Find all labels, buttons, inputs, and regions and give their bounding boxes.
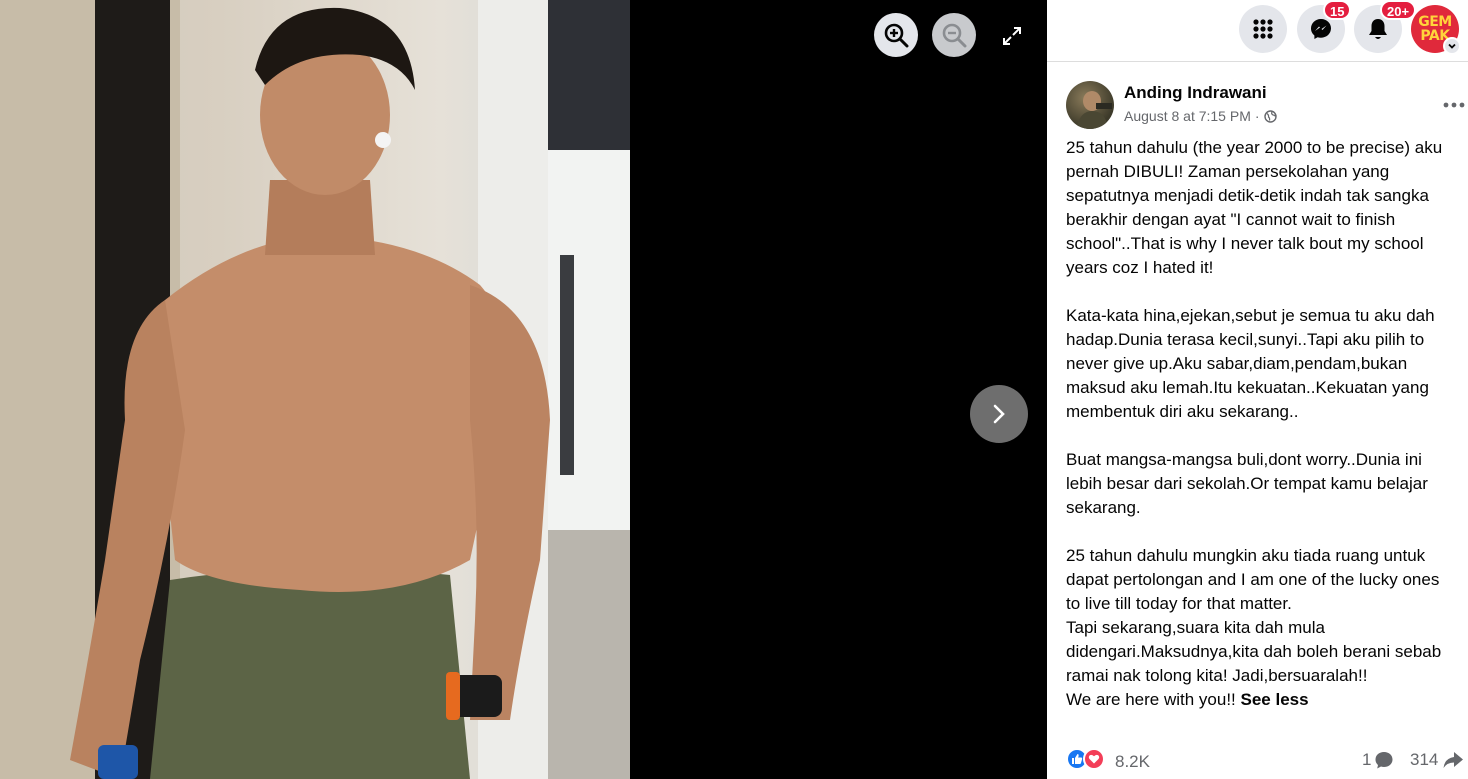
- post-header: Anding Indrawani August 8 at 7:15 PM ·: [1066, 80, 1465, 130]
- grid-menu-icon: [1253, 19, 1273, 39]
- zoom-in-button[interactable]: [874, 13, 918, 57]
- messenger-badge: 15: [1323, 0, 1352, 20]
- notifications-badge: 20+: [1380, 0, 1417, 20]
- globe-icon: [1263, 109, 1277, 123]
- reactions-count[interactable]: 8.2K: [1115, 752, 1150, 772]
- post-body: 25 tahun dahulu (the year 2000 to be pre…: [1066, 136, 1458, 712]
- post-footer: 8.2K 1 314: [1066, 745, 1464, 775]
- comment-icon: [1375, 752, 1393, 769]
- next-photo-button[interactable]: [970, 385, 1028, 443]
- meta-separator: ·: [1254, 108, 1260, 124]
- shares-count-button[interactable]: 314: [1410, 750, 1464, 770]
- author-avatar[interactable]: [1066, 81, 1114, 129]
- fullscreen-button[interactable]: [992, 16, 1032, 56]
- post-timestamp[interactable]: August 8 at 7:15 PM: [1124, 108, 1251, 124]
- messenger-button[interactable]: 15: [1297, 0, 1352, 53]
- shares-count: 314: [1410, 750, 1439, 769]
- more-dots-icon: [1443, 102, 1465, 108]
- messenger-icon: [1311, 19, 1331, 39]
- post-text: 25 tahun dahulu (the year 2000 to be pre…: [1066, 138, 1443, 709]
- zoom-out-button[interactable]: [932, 13, 976, 57]
- chevron-down-icon[interactable]: [1443, 37, 1461, 55]
- post-photo[interactable]: [0, 0, 630, 779]
- love-reaction-icon: [1083, 748, 1105, 770]
- see-less-link[interactable]: See less: [1241, 690, 1309, 709]
- author-name[interactable]: Anding Indrawani: [1124, 83, 1267, 103]
- comments-count-button[interactable]: 1: [1362, 750, 1394, 770]
- post-panel: 15 20+ GEM PAK Anding Indrawani August 8…: [1047, 0, 1468, 779]
- expand-icon: [1003, 27, 1021, 45]
- reaction-icons[interactable]: [1066, 748, 1105, 770]
- profile-text-line1: GEM: [1418, 14, 1452, 30]
- profile-avatar[interactable]: GEM PAK: [1411, 5, 1461, 55]
- share-icon: [1443, 752, 1464, 768]
- more-options-button[interactable]: [1436, 92, 1468, 118]
- chevron-right-icon: [993, 404, 1005, 424]
- menu-button[interactable]: [1239, 5, 1287, 53]
- post-meta: August 8 at 7:15 PM ·: [1124, 108, 1277, 124]
- zoom-in-icon: [884, 23, 909, 48]
- top-navigation: 15 20+ GEM PAK: [1047, 0, 1468, 62]
- zoom-out-icon: [942, 23, 967, 48]
- photo-illustration: [0, 0, 630, 779]
- bell-icon: [1369, 19, 1387, 39]
- photo-viewer: [0, 0, 1047, 779]
- comments-count: 1: [1362, 750, 1372, 769]
- notifications-button[interactable]: 20+: [1354, 0, 1417, 53]
